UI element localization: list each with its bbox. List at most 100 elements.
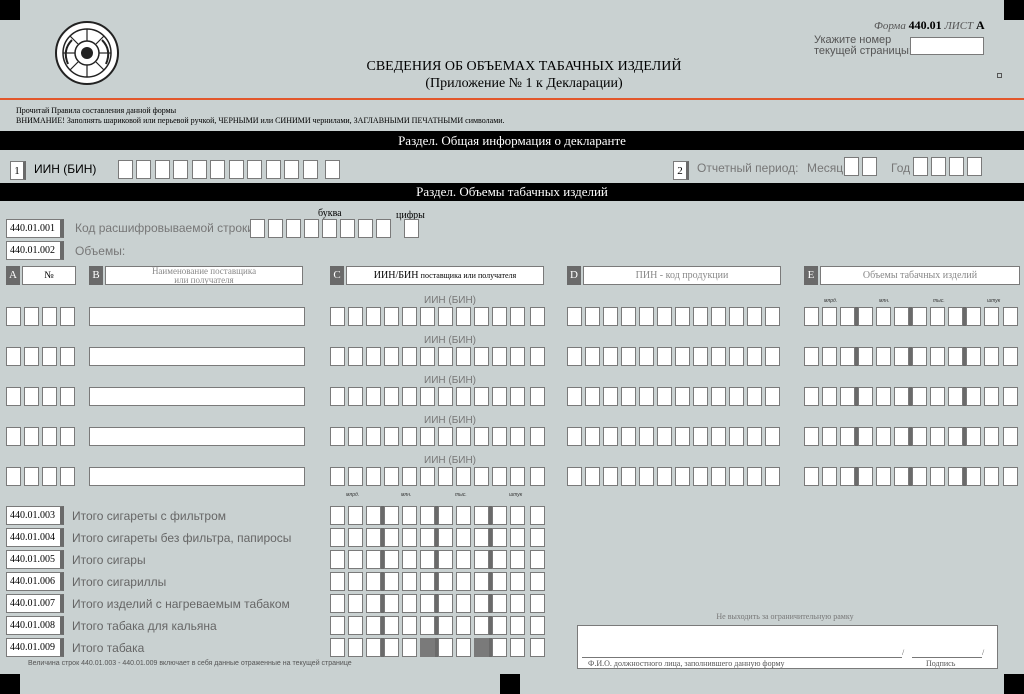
row-number-cell[interactable] [6,427,21,446]
pin-code-cell[interactable] [729,467,744,486]
iin-bin-cell[interactable] [348,347,363,366]
iin-bin-cell[interactable] [438,467,453,486]
year-cell[interactable] [949,157,964,176]
row-code-cell[interactable] [250,219,265,238]
pin-code-cell[interactable] [765,427,780,446]
iin-cell[interactable] [325,160,340,179]
iin-bin-cell[interactable] [384,307,399,326]
row-code-cell[interactable] [340,219,355,238]
volume-cell[interactable] [930,307,945,326]
iin-bin-cell[interactable] [420,427,435,446]
total-value-cell[interactable] [420,550,435,569]
signature-frame[interactable]: / / Ф.И.О. должностного лица, заполнивше… [577,625,998,669]
iin-bin-cell[interactable] [510,427,525,446]
total-value-cell[interactable] [530,506,545,525]
total-value-cell[interactable] [420,638,435,657]
iin-bin-cell[interactable] [456,387,471,406]
volume-cell[interactable] [948,427,963,446]
row-number-cell[interactable] [42,427,57,446]
iin-bin-cell[interactable] [330,467,345,486]
total-value-cell[interactable] [456,594,471,613]
volume-cell[interactable] [948,387,963,406]
row-number-cell[interactable] [60,467,75,486]
pin-code-cell[interactable] [711,347,726,366]
pin-code-cell[interactable] [639,307,654,326]
iin-cell[interactable] [136,160,151,179]
iin-bin-cell[interactable] [438,387,453,406]
total-value-cell[interactable] [530,528,545,547]
total-value-cell[interactable] [510,550,525,569]
total-value-cell[interactable] [402,528,417,547]
month-cell[interactable] [862,157,877,176]
year-cell[interactable] [931,157,946,176]
total-value-cell[interactable] [474,638,489,657]
iin-bin-cell[interactable] [348,427,363,446]
total-value-cell[interactable] [420,506,435,525]
pin-code-cell[interactable] [729,307,744,326]
pin-code-cell[interactable] [657,307,672,326]
row-number-cell[interactable] [60,307,75,326]
pin-code-cell[interactable] [585,387,600,406]
total-value-cell[interactable] [330,572,345,591]
pin-code-cell[interactable] [567,307,582,326]
iin-bin-cell[interactable] [384,387,399,406]
supplier-name-input[interactable] [89,347,305,366]
total-value-cell[interactable] [348,572,363,591]
total-value-cell[interactable] [510,594,525,613]
iin-bin-cell[interactable] [384,427,399,446]
volume-cell[interactable] [894,467,909,486]
total-value-cell[interactable] [510,638,525,657]
total-value-cell[interactable] [366,550,381,569]
total-value-cell[interactable] [438,594,453,613]
total-value-cell[interactable] [530,616,545,635]
row-number-cell[interactable] [24,307,39,326]
pin-code-cell[interactable] [693,427,708,446]
iin-bin-cell[interactable] [492,427,507,446]
pin-code-cell[interactable] [585,427,600,446]
pin-code-cell[interactable] [711,307,726,326]
iin-bin-cell[interactable] [348,307,363,326]
pin-code-cell[interactable] [693,307,708,326]
iin-cell[interactable] [155,160,170,179]
volume-cell[interactable] [894,347,909,366]
total-value-cell[interactable] [474,616,489,635]
total-value-cell[interactable] [438,616,453,635]
total-value-cell[interactable] [384,572,399,591]
total-value-cell[interactable] [492,528,507,547]
total-value-cell[interactable] [492,594,507,613]
total-value-cell[interactable] [330,528,345,547]
volume-cell[interactable] [858,427,873,446]
row-code-cell[interactable] [376,219,391,238]
volume-cell[interactable] [966,307,981,326]
volume-cell[interactable] [912,387,927,406]
volume-cell[interactable] [822,307,837,326]
iin-bin-cell[interactable] [456,427,471,446]
volume-cell[interactable] [930,387,945,406]
iin-cell[interactable] [210,160,225,179]
iin-bin-cell[interactable] [492,347,507,366]
row-code-digit-cell[interactable] [404,219,419,238]
row-number-cell[interactable] [42,347,57,366]
pin-code-cell[interactable] [603,387,618,406]
iin-bin-cell[interactable] [402,347,417,366]
iin-bin-cell[interactable] [510,387,525,406]
total-value-cell[interactable] [366,616,381,635]
volume-cell[interactable] [930,347,945,366]
total-value-cell[interactable] [474,528,489,547]
total-value-cell[interactable] [438,550,453,569]
total-value-cell[interactable] [384,528,399,547]
pin-code-cell[interactable] [621,307,636,326]
iin-cell[interactable] [229,160,244,179]
volume-cell[interactable] [876,467,891,486]
pin-code-cell[interactable] [675,467,690,486]
total-value-cell[interactable] [510,528,525,547]
iin-bin-cell[interactable] [384,347,399,366]
iin-bin-cell[interactable] [384,467,399,486]
year-cell[interactable] [913,157,928,176]
volume-cell[interactable] [948,307,963,326]
pin-code-cell[interactable] [675,307,690,326]
iin-bin-cell[interactable] [366,347,381,366]
volume-cell[interactable] [894,387,909,406]
volume-cell[interactable] [822,467,837,486]
volume-cell[interactable] [912,427,927,446]
